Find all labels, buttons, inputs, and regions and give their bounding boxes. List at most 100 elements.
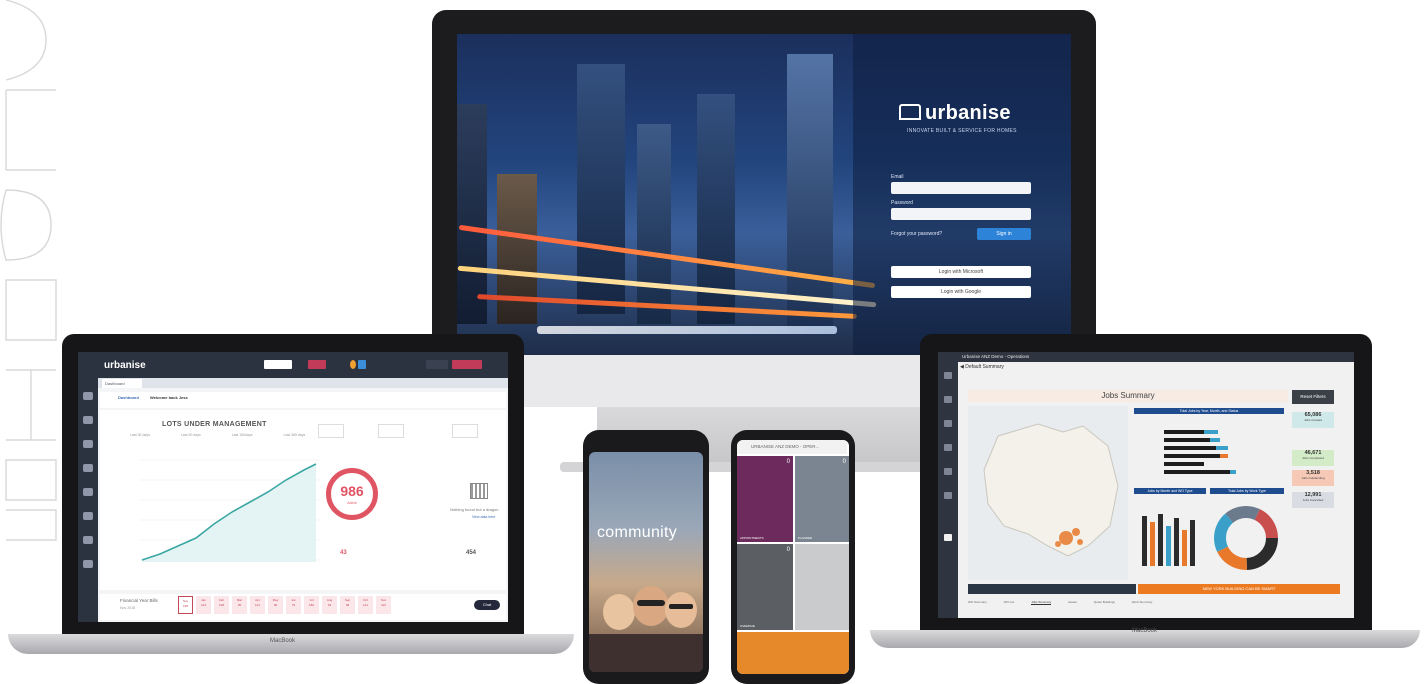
tile-completed[interactable] — [795, 544, 849, 630]
stat-box — [378, 424, 404, 438]
reports-nav-icon[interactable] — [83, 560, 93, 568]
people-nav-icon[interactable] — [83, 512, 93, 520]
tile-appointments[interactable]: APPOINTMENTS 0 — [737, 456, 793, 542]
chart-year-month-status-title: Total Jobs by Year, Month, and Status — [1134, 408, 1284, 414]
report-page-tabs: WO Summary WO List Jobs Summary Assets Q… — [968, 600, 1168, 605]
chart-year-month-status[interactable] — [1134, 416, 1284, 484]
range-tab[interactable]: Last 180days — [232, 433, 253, 437]
assets-nav-icon[interactable] — [83, 440, 93, 448]
month-cell[interactable]: Feb 108 — [214, 596, 229, 614]
urbanise-mark-icon — [899, 104, 921, 120]
dashboard-logo: urbanise — [104, 360, 146, 371]
range-tab[interactable]: Last 90 days — [181, 433, 201, 437]
reset-filters-button[interactable]: Reset Filters — [1292, 390, 1334, 404]
email-field[interactable] — [891, 182, 1031, 194]
report-app-title: Urbanise ANZ Demo - Operations — [938, 352, 1354, 362]
workspace-active-icon[interactable] — [944, 534, 952, 541]
empty-message: Nothing found but a dragon — [450, 507, 499, 512]
report-title: Jobs Summary — [1101, 391, 1155, 400]
kpi-outstanding: 3,518 Jobs Outstanding — [1292, 470, 1334, 486]
sign-in-button[interactable]: Sign in — [977, 228, 1031, 240]
report-screen: Urbanise ANZ Demo - Operations ◀ Default… — [938, 352, 1354, 618]
breadcrumb[interactable]: Dashboard — [118, 395, 139, 400]
dashboard-topbar: urbanise — [78, 352, 508, 378]
tile-alerts[interactable] — [737, 632, 849, 674]
shared-nav-icon[interactable] — [944, 468, 952, 475]
messages-nav-icon[interactable] — [83, 536, 93, 544]
logo-text: urbanise — [925, 102, 1011, 124]
imac-login-screen: urbanise INNOVATE BUILT & SERVICE FOR HO… — [457, 34, 1071, 356]
month-cell[interactable]: Aug 93 — [322, 596, 337, 614]
page-tab[interactable]: Work Summary — [1132, 600, 1153, 604]
range-tab[interactable]: Last 30 days — [130, 433, 150, 437]
lots-title: LOTS UNDER MANAGEMENT — [162, 421, 267, 428]
urbanise-logo: urbanise — [899, 102, 1011, 125]
laptop-right-brand: MacBook — [1132, 628, 1158, 634]
australia-map[interactable] — [968, 406, 1128, 580]
month-cell[interactable]: Mar 95 — [232, 596, 247, 614]
tile-planned[interactable]: PLANNED 0 — [795, 456, 849, 542]
workspaces-nav-icon[interactable] — [944, 492, 952, 499]
stat-box — [452, 424, 478, 438]
jobs-nav-icon[interactable] — [83, 416, 93, 424]
chart-month-type-title: Jobs by Month and WO Type — [1134, 488, 1206, 494]
date-chip[interactable] — [264, 360, 292, 369]
month-cell[interactable]: Jan 213 — [196, 596, 211, 614]
forgot-password-link[interactable]: Forgot your password? — [891, 231, 942, 237]
month-cell[interactable]: Nov 116 — [376, 596, 391, 614]
apps-nav-icon[interactable] — [944, 444, 952, 451]
favorites-nav-icon[interactable] — [944, 396, 952, 403]
kpi-cancelled: 12,991 Jobs Cancelled — [1292, 492, 1334, 508]
page-tab[interactable]: Quote Buildings — [1094, 600, 1115, 604]
product-showcase: urbanise INNOVATE BUILT & SERVICE FOR HO… — [0, 0, 1428, 684]
chart-work-type-donut[interactable] — [1210, 496, 1284, 580]
dashboard-nav-icon[interactable] — [83, 392, 93, 400]
user-chip[interactable] — [358, 360, 366, 369]
friends-photo — [589, 586, 703, 672]
report-footer-banner: NEW YORK BUILDING CAN BE SMART — [1138, 584, 1340, 594]
login-microsoft-button[interactable]: Login with Microsoft — [891, 266, 1031, 278]
recent-nav-icon[interactable] — [944, 420, 952, 427]
laptop-left-brand: MacBook — [270, 638, 296, 644]
tile-overdue[interactable]: OVERDUE 0 — [737, 544, 793, 630]
view-data-link[interactable]: View data here — [472, 515, 495, 519]
chat-button[interactable]: Chat — [474, 600, 500, 610]
page-tab[interactable]: WO Summary — [968, 600, 987, 604]
email-label: Email — [891, 174, 904, 180]
login-tagline: INNOVATE BUILT & SERVICE FOR HOMES — [907, 128, 1017, 134]
month-cell[interactable]: Jun 79 — [286, 596, 301, 614]
finance-nav-icon[interactable] — [83, 464, 93, 472]
report-breadcrumb[interactable]: ◀ Default Summary — [960, 364, 1004, 370]
page-tab[interactable]: Jobs Summary — [1031, 600, 1052, 605]
login-panel: urbanise INNOVATE BUILT & SERVICE FOR HO… — [853, 34, 1071, 356]
community-app-screen: community — [589, 452, 703, 672]
phone-operations-frame: URBANISE ANZ DEMO - OPER... APPOINTMENTS… — [731, 430, 855, 684]
report-filter-strip[interactable] — [968, 584, 1136, 594]
stat-box — [318, 424, 344, 438]
month-cell[interactable]: Apr 121 — [250, 596, 265, 614]
page-tab[interactable]: Assets — [1068, 600, 1077, 604]
laptop-left-base — [8, 634, 574, 654]
month-cell[interactable]: Oct 121 — [358, 596, 373, 614]
chart-work-type-title: Total Jobs by Work Type — [1210, 488, 1284, 494]
login-google-button[interactable]: Login with Google — [891, 286, 1031, 298]
password-label: Password — [891, 200, 913, 206]
month-cell[interactable]: Sep 99 — [340, 596, 355, 614]
building-illustration-icon — [470, 483, 488, 499]
range-tab[interactable]: Last 365 days — [284, 433, 306, 437]
password-field[interactable] — [891, 208, 1031, 220]
property-nav-icon[interactable] — [83, 488, 93, 496]
dashboard-sidebar — [78, 378, 98, 622]
month-cell[interactable]: Jul 180 — [304, 596, 319, 614]
help-chip[interactable] — [426, 360, 448, 369]
month-cell[interactable]: May 96 — [268, 596, 283, 614]
page-tab[interactable]: WO List — [1004, 600, 1015, 604]
lots-line-chart — [140, 459, 320, 562]
alert-chip[interactable] — [308, 360, 326, 369]
chart-month-type[interactable] — [1134, 496, 1206, 580]
month-cell[interactable]: Nov 198 — [178, 596, 193, 614]
account-chip[interactable] — [452, 360, 482, 369]
tab-dashboard[interactable]: Dashboard — [102, 379, 142, 388]
welcome-bar: Dashboard Welcome back Jess — [100, 392, 506, 408]
home-nav-icon[interactable] — [944, 372, 952, 379]
